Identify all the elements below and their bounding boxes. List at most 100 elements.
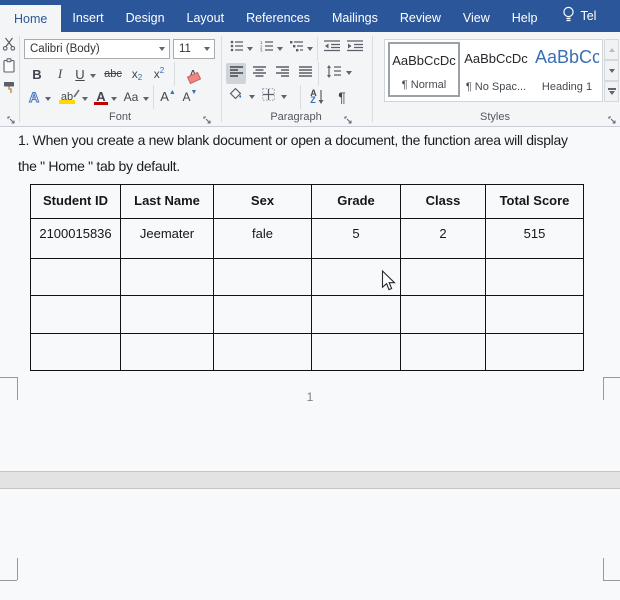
header-grade[interactable]: Grade [311, 184, 401, 219]
multilevel-list-button[interactable] [288, 39, 305, 57]
style-normal[interactable]: AaBbCcDc ¶ Normal [388, 42, 460, 97]
grow-font-button[interactable]: A ▲ [158, 87, 178, 106]
bold-button[interactable]: B [28, 64, 46, 84]
cell-sex[interactable]: fale [213, 218, 312, 259]
empty-cell[interactable] [120, 333, 214, 371]
tab-help[interactable]: Help [501, 4, 549, 32]
header-student-id[interactable]: Student ID [30, 184, 121, 219]
empty-cell[interactable] [485, 295, 584, 334]
clipboard-dialog-launcher-icon[interactable] [7, 112, 16, 124]
tell-me-control[interactable]: Tel [562, 0, 596, 32]
styles-scroll-up-button[interactable] [604, 39, 619, 60]
shrink-font-button[interactable]: A ▼ [180, 87, 200, 106]
empty-cell[interactable] [213, 333, 312, 371]
empty-cell[interactable] [120, 295, 214, 334]
cell-class[interactable]: 2 [400, 218, 486, 259]
font-color-button[interactable]: A [92, 87, 110, 106]
italic-button[interactable]: I [52, 64, 68, 84]
document-page[interactable]: 1. When you create a new blank document … [0, 127, 620, 600]
style-no-spacing[interactable]: AaBbCcDc ¶ No Spac... [463, 42, 529, 97]
line-spacing-button[interactable] [323, 63, 343, 84]
empty-cell[interactable] [30, 295, 121, 334]
tab-insert[interactable]: Insert [61, 4, 114, 32]
borders-button[interactable] [258, 87, 278, 106]
font-color-dropdown-icon[interactable] [109, 94, 119, 104]
header-class[interactable]: Class [400, 184, 486, 219]
cut-button[interactable] [1, 37, 17, 54]
font-name-combobox[interactable]: Calibri (Body) [24, 39, 170, 59]
empty-cell[interactable] [30, 258, 121, 296]
numbering-dropdown-icon[interactable] [275, 44, 284, 54]
cell-student-id[interactable]: 2100015836 [30, 218, 121, 259]
margin-corner-mark [603, 558, 604, 580]
empty-cell[interactable] [485, 333, 584, 371]
cell-grade[interactable]: 5 [311, 218, 401, 259]
underline-dropdown-icon[interactable] [88, 71, 98, 81]
font-size-combobox[interactable]: 11 [173, 39, 215, 59]
bullets-button[interactable] [228, 39, 245, 57]
cell-total-score[interactable]: 515 [485, 218, 584, 259]
empty-cell[interactable] [311, 295, 401, 334]
tab-home[interactable]: Home [0, 5, 62, 32]
shading-dropdown-icon[interactable] [247, 92, 256, 102]
show-paragraph-marks-button[interactable]: ¶ [333, 86, 351, 107]
empty-cell[interactable] [120, 258, 214, 296]
text-effects-dropdown-icon[interactable] [43, 94, 53, 104]
subscript-button[interactable]: x2 [128, 64, 146, 84]
tab-layout[interactable]: Layout [176, 4, 236, 32]
highlight-dropdown-icon[interactable] [80, 94, 90, 104]
empty-cell[interactable] [400, 333, 486, 371]
paragraph-text-line-2[interactable]: the " Home " tab by default. [18, 158, 180, 174]
numbering-button[interactable]: 123 [258, 39, 275, 57]
empty-cell[interactable] [213, 295, 312, 334]
empty-cell[interactable] [30, 333, 121, 371]
header-total-score[interactable]: Total Score [485, 184, 584, 219]
tab-view[interactable]: View [452, 4, 501, 32]
empty-cell[interactable] [400, 295, 486, 334]
group-separator [221, 36, 222, 122]
line-spacing-dropdown-icon[interactable] [344, 68, 353, 78]
tab-review[interactable]: Review [389, 4, 452, 32]
justify-button[interactable] [295, 63, 315, 84]
align-center-button[interactable] [249, 63, 269, 84]
increase-indent-button[interactable] [345, 39, 365, 57]
paste-button[interactable] [2, 57, 16, 76]
text-effects-button[interactable]: A [24, 87, 44, 106]
multilevel-dropdown-icon[interactable] [305, 44, 314, 54]
superscript-button[interactable]: x2 [150, 64, 168, 84]
styles-gallery: AaBbCcDc ¶ Normal AaBbCcDc ¶ No Spac... … [384, 39, 603, 102]
tab-references[interactable]: References [235, 4, 321, 32]
clear-formatting-button[interactable]: A [181, 64, 205, 84]
bullets-dropdown-icon[interactable] [245, 44, 254, 54]
styles-dialog-launcher-icon[interactable] [608, 112, 617, 124]
multilevel-list-icon [289, 39, 304, 57]
empty-cell[interactable] [485, 258, 584, 296]
highlight-color-button[interactable]: ab [56, 87, 80, 106]
empty-cell[interactable] [213, 258, 312, 296]
change-case-dropdown-icon[interactable] [141, 94, 151, 104]
style-heading-1[interactable]: AaBbCcD Heading 1 [532, 42, 602, 97]
tab-mailings[interactable]: Mailings [321, 4, 389, 32]
sort-button[interactable]: A Z [306, 86, 328, 107]
empty-cell[interactable] [311, 333, 401, 371]
change-case-button[interactable]: Aa [120, 87, 142, 106]
header-last-name[interactable]: Last Name [120, 184, 214, 219]
underline-button[interactable]: U [72, 64, 88, 84]
borders-dropdown-icon[interactable] [279, 92, 288, 102]
decrease-indent-button[interactable] [322, 39, 342, 57]
styles-more-button[interactable] [604, 81, 619, 102]
tab-design[interactable]: Design [115, 4, 176, 32]
align-right-button[interactable] [272, 63, 292, 84]
empty-cell[interactable] [400, 258, 486, 296]
format-painter-button[interactable] [1, 81, 17, 98]
table-row [30, 295, 584, 334]
font-dialog-launcher-icon[interactable] [203, 112, 212, 124]
shading-button[interactable] [226, 87, 246, 106]
strikethrough-button[interactable]: abc [100, 65, 126, 83]
paragraph-text-line-1[interactable]: 1. When you create a new blank document … [18, 132, 568, 148]
header-sex[interactable]: Sex [213, 184, 312, 219]
styles-scroll-down-button[interactable] [604, 60, 619, 81]
align-left-button[interactable] [226, 63, 246, 84]
cell-last-name[interactable]: Jeemater [120, 218, 214, 259]
paragraph-dialog-launcher-icon[interactable] [344, 112, 353, 124]
